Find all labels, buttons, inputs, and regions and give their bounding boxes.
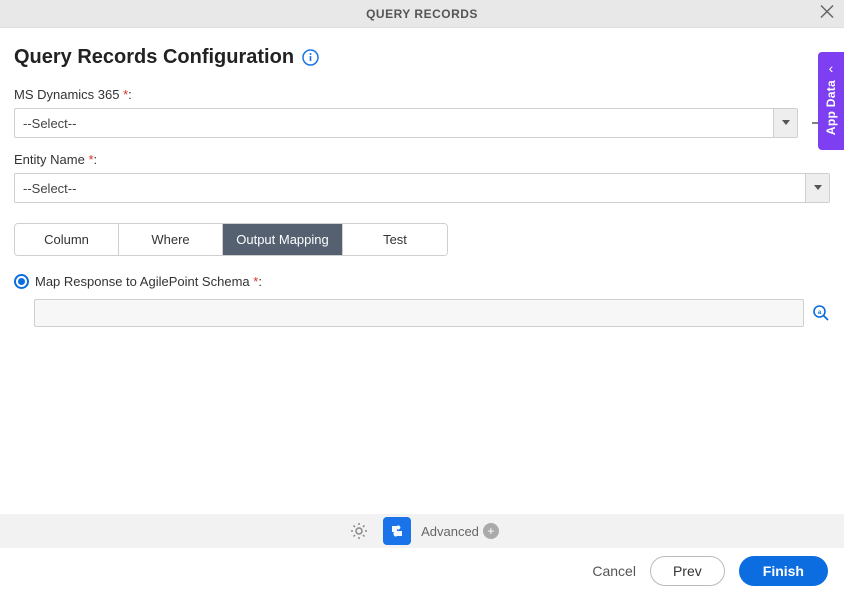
entity-select[interactable]: --Select-- — [14, 173, 830, 203]
app-data-panel-toggle[interactable]: ‹ App Data — [818, 52, 844, 150]
entity-label: Entity Name *: — [14, 152, 830, 167]
advanced-toggle[interactable]: Advanced + — [421, 523, 499, 539]
chevron-down-icon — [805, 174, 829, 202]
prev-button[interactable]: Prev — [650, 556, 725, 586]
dynamics-select[interactable]: --Select-- — [14, 108, 798, 138]
footer: Cancel Prev Finish — [0, 548, 844, 594]
map-response-radio[interactable]: Map Response to AgilePoint Schema *: — [14, 274, 830, 289]
entity-select-value: --Select-- — [15, 181, 805, 196]
schema-browse-icon[interactable]: a — [812, 304, 830, 322]
cancel-button[interactable]: Cancel — [592, 563, 636, 579]
radio-icon — [14, 274, 29, 289]
info-icon[interactable] — [302, 49, 319, 66]
tab-where[interactable]: Where — [119, 224, 223, 255]
chevron-left-icon: ‹ — [829, 60, 834, 76]
tab-output-mapping[interactable]: Output Mapping — [223, 224, 343, 255]
svg-text:a: a — [818, 310, 822, 316]
schema-input[interactable] — [34, 299, 804, 327]
config-tabs: Column Where Output Mapping Test — [14, 223, 448, 256]
tab-column[interactable]: Column — [15, 224, 119, 255]
gear-icon[interactable] — [345, 517, 373, 545]
map-response-label: Map Response to AgilePoint Schema *: — [35, 274, 262, 289]
page-title: Query Records Configuration — [14, 46, 294, 69]
bottom-toolbar: Advanced + — [0, 514, 844, 548]
close-icon[interactable] — [820, 4, 834, 23]
app-data-label: App Data — [824, 80, 838, 135]
dynamics-label: MS Dynamics 365 *: — [14, 87, 830, 102]
chevron-down-icon — [773, 109, 797, 137]
puzzle-icon[interactable] — [383, 517, 411, 545]
modal-header: QUERY RECORDS — [0, 0, 844, 28]
dynamics-select-value: --Select-- — [15, 116, 773, 131]
finish-button[interactable]: Finish — [739, 556, 828, 586]
plus-circle-icon: + — [483, 523, 499, 539]
tab-test[interactable]: Test — [343, 224, 447, 255]
modal-title: QUERY RECORDS — [366, 7, 478, 21]
